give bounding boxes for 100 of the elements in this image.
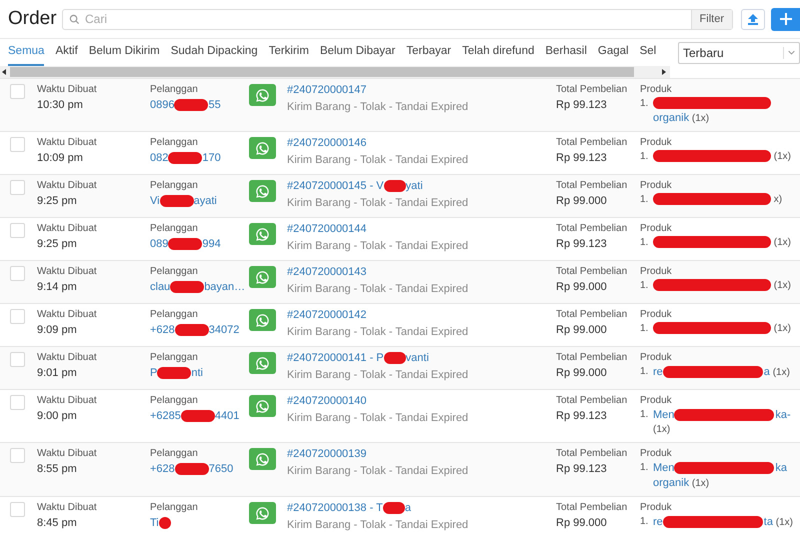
filter-tab[interactable]: Sel xyxy=(640,42,656,66)
order-link[interactable]: #240720000138 - T xyxy=(287,502,383,514)
customer-link[interactable]: 089 xyxy=(150,238,168,250)
order-link[interactable]: a xyxy=(404,502,411,514)
horizontal-scrollbar[interactable] xyxy=(0,66,670,78)
customer-link[interactable]: 082 xyxy=(150,152,168,164)
field-label: Produk xyxy=(640,136,673,150)
product-link[interactable]: ka- xyxy=(775,409,791,421)
total-amount: Rp 99.000 xyxy=(556,323,608,338)
chat-icon[interactable] xyxy=(249,502,276,524)
customer-link[interactable]: 170 xyxy=(202,152,221,164)
order-actions: Kirim Barang - Tolak - Tandai Expired xyxy=(287,411,470,426)
order-link[interactable]: yati xyxy=(406,180,423,192)
customer-link[interactable]: 4401 xyxy=(214,410,240,422)
customer-link[interactable]: +628 xyxy=(150,324,175,336)
field-label: Produk xyxy=(640,83,673,97)
filter-tab[interactable]: Sudah Dipacking xyxy=(170,42,258,66)
order-actions: Kirim Barang - Tolak - Tandai Expired xyxy=(287,100,470,115)
order-link[interactable]: #240720000139 xyxy=(287,448,367,460)
chat-icon[interactable] xyxy=(249,448,276,470)
add-button[interactable] xyxy=(771,8,800,30)
product-link[interactable]: ta xyxy=(764,516,773,528)
filter-tab[interactable]: Belum Dikirim xyxy=(88,42,160,66)
row-checkbox[interactable] xyxy=(10,137,25,152)
order-link[interactable]: #240720000141 - P xyxy=(287,352,384,364)
customer-link[interactable]: clau xyxy=(150,281,170,293)
field-label: Total Pembelian xyxy=(556,222,628,236)
row-checkbox[interactable] xyxy=(10,266,25,281)
search-field[interactable]: Cari Filter xyxy=(62,8,733,30)
total-amount: Rp 99.000 xyxy=(556,194,608,209)
product-link[interactable]: ka xyxy=(775,462,788,474)
field-label: Pelanggan xyxy=(150,501,199,515)
customer-link[interactable]: Ti xyxy=(150,517,159,529)
product-link[interactable]: organik xyxy=(653,112,690,124)
customer-link[interactable]: 34072 xyxy=(208,324,240,336)
chat-icon[interactable] xyxy=(249,352,276,374)
row-checkbox[interactable] xyxy=(10,180,25,195)
sort-select[interactable]: Terbaru xyxy=(678,42,800,64)
customer-link[interactable]: nti xyxy=(191,367,203,379)
product-link[interactable]: Men xyxy=(653,462,674,474)
customer-link[interactable]: bayan… xyxy=(204,281,246,293)
filter-tab[interactable]: Terbayar xyxy=(406,42,452,66)
customer-link[interactable]: ayati xyxy=(194,195,217,207)
customer-link[interactable]: 994 xyxy=(202,238,221,250)
product-link[interactable]: Men xyxy=(653,409,674,421)
chat-icon[interactable] xyxy=(249,84,276,106)
chat-icon[interactable] xyxy=(249,266,276,288)
redaction-mark xyxy=(174,324,209,336)
chat-icon[interactable] xyxy=(249,137,276,159)
filter-button[interactable]: Filter xyxy=(690,10,732,28)
field-label: Produk xyxy=(640,394,673,408)
upload-icon xyxy=(748,14,758,24)
row-checkbox[interactable] xyxy=(10,223,25,238)
product-link[interactable]: a xyxy=(764,366,770,378)
filter-tab[interactable]: Aktif xyxy=(55,42,78,66)
filter-tab[interactable]: Terkirim xyxy=(268,42,309,66)
quantity: (1x) xyxy=(653,424,670,435)
row-checkbox[interactable] xyxy=(10,84,25,99)
scroll-left-icon[interactable] xyxy=(0,68,8,76)
product-link[interactable]: organik xyxy=(653,477,690,489)
field-label: Pelanggan xyxy=(150,179,199,193)
order-link[interactable]: vanti xyxy=(406,352,429,364)
row-checkbox[interactable] xyxy=(10,352,25,367)
field-label: Produk xyxy=(640,447,673,461)
chat-icon[interactable] xyxy=(249,309,276,331)
row-checkbox[interactable] xyxy=(10,309,25,324)
customer-link[interactable]: Vi xyxy=(150,195,160,207)
row-checkbox[interactable] xyxy=(10,448,25,463)
filter-tab[interactable]: Gagal xyxy=(598,42,629,66)
order-link[interactable]: #240720000140 xyxy=(287,395,367,407)
field-label: Total Pembelian xyxy=(556,265,628,279)
customer-link[interactable]: 0896 xyxy=(150,99,174,111)
row-checkbox[interactable] xyxy=(10,502,25,517)
order-link[interactable]: #240720000147 xyxy=(287,84,367,96)
quantity: (1x) xyxy=(692,478,710,489)
customer-link[interactable]: 7650 xyxy=(208,463,234,475)
order-link[interactable]: #240720000145 - V xyxy=(287,180,384,192)
chat-icon[interactable] xyxy=(249,180,276,202)
filter-tab[interactable]: Telah direfund xyxy=(462,42,534,66)
product-link[interactable]: re xyxy=(653,516,663,528)
scroll-right-icon[interactable] xyxy=(660,68,668,76)
upload-button[interactable] xyxy=(741,8,765,30)
filter-tab[interactable]: Berhasil xyxy=(545,42,587,66)
customer-link[interactable]: +6285 xyxy=(150,410,181,422)
chat-icon[interactable] xyxy=(249,395,276,417)
order-link[interactable]: #240720000146 xyxy=(287,137,367,149)
quantity: (1x) xyxy=(774,280,792,291)
chat-icon[interactable] xyxy=(249,223,276,245)
customer-link[interactable]: +628 xyxy=(150,463,175,475)
customer-link[interactable]: P xyxy=(150,367,158,379)
field-label: Produk xyxy=(640,501,673,515)
customer-link[interactable]: 55 xyxy=(208,99,221,111)
field-label: Pelanggan xyxy=(150,351,199,365)
filter-tab[interactable]: Belum Dibayar xyxy=(320,42,396,66)
order-link[interactable]: #240720000144 xyxy=(287,223,367,235)
order-link[interactable]: #240720000143 xyxy=(287,266,367,278)
order-link[interactable]: #240720000142 xyxy=(287,309,367,321)
product-link[interactable]: re xyxy=(653,366,663,378)
total-amount: Rp 99.123 xyxy=(556,237,608,252)
row-checkbox[interactable] xyxy=(10,395,25,410)
